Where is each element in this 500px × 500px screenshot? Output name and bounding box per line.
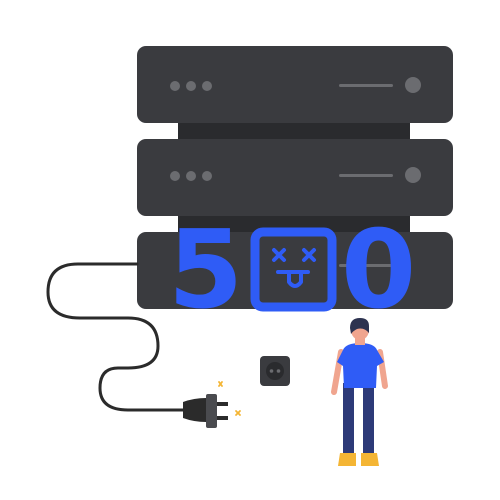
power-plug-icon xyxy=(183,394,228,428)
server-error-scene: 5 0 xyxy=(46,46,453,466)
wall-socket-icon xyxy=(260,356,290,386)
error-digit-0: 0 xyxy=(341,208,416,333)
server-unit-middle xyxy=(137,139,453,216)
error-digit-5: 5 xyxy=(168,208,243,333)
status-light-icon xyxy=(202,171,212,181)
status-light-icon xyxy=(170,171,180,181)
drive-slot xyxy=(339,174,393,177)
power-button-icon xyxy=(405,77,421,93)
status-light-icon xyxy=(186,171,196,181)
status-light-icon xyxy=(186,81,196,91)
error-500-illustration: 5 0 xyxy=(0,0,500,500)
status-light-icon xyxy=(202,81,212,91)
status-light-icon xyxy=(170,81,180,91)
person-illustration xyxy=(331,318,388,466)
server-unit-top xyxy=(137,46,453,123)
spark-icon xyxy=(218,381,241,416)
power-button-icon xyxy=(405,167,421,183)
drive-slot xyxy=(339,84,393,87)
